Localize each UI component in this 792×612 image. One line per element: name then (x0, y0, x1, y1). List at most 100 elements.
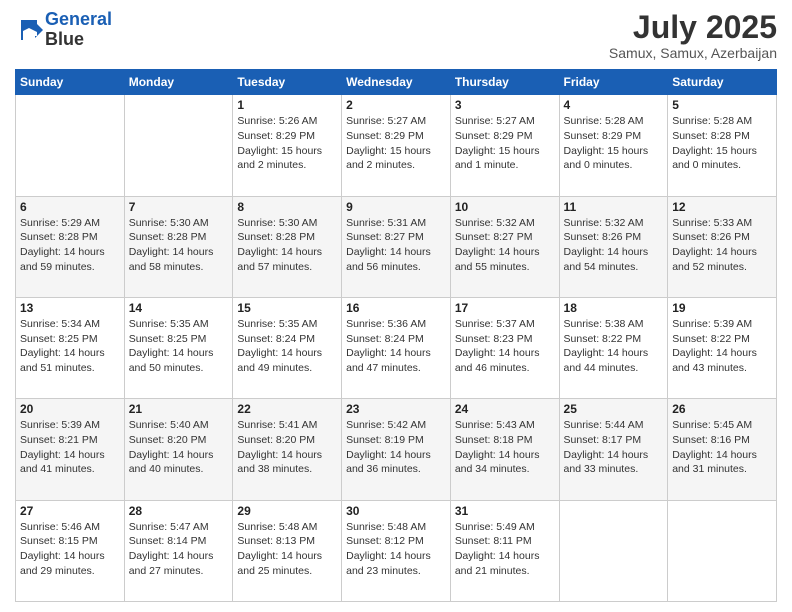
day-info: Sunrise: 5:33 AM Sunset: 8:26 PM Dayligh… (672, 216, 772, 275)
day-number: 22 (237, 402, 337, 416)
day-info: Sunrise: 5:42 AM Sunset: 8:19 PM Dayligh… (346, 418, 446, 477)
day-number: 24 (455, 402, 555, 416)
calendar-cell: 14 Sunrise: 5:35 AM Sunset: 8:25 PM Dayli… (124, 297, 233, 398)
calendar-cell: 30 Sunrise: 5:48 AM Sunset: 8:12 PM Dayli… (342, 500, 451, 601)
day-number: 2 (346, 98, 446, 112)
day-info: Sunrise: 5:37 AM Sunset: 8:23 PM Dayligh… (455, 317, 555, 376)
day-info: Sunrise: 5:28 AM Sunset: 8:28 PM Dayligh… (672, 114, 772, 173)
day-number: 18 (564, 301, 664, 315)
calendar-cell: 29Sunrise: 5:48 AM Sunset: 8:13 PM Dayli… (233, 500, 342, 601)
weekday-header-row: SundayMondayTuesdayWednesdayThursdayFrid… (16, 70, 777, 95)
calendar-week-row: 13Sunrise: 5:34 AM Sunset: 8:25 PM Dayli… (16, 297, 777, 398)
location: Samux, Samux, Azerbaijan (609, 45, 777, 61)
day-info: Sunrise: 5:38 AM Sunset: 8:22 PM Dayligh… (564, 317, 664, 376)
day-number: 5 (672, 98, 772, 112)
day-number: 21 (129, 402, 229, 416)
calendar-cell: 27Sunrise: 5:46 AM Sunset: 8:15 PM Dayli… (16, 500, 125, 601)
calendar-cell: 3 Sunrise: 5:27 AM Sunset: 8:29 PM Daylig… (450, 95, 559, 196)
calendar-cell: 1Sunrise: 5:26 AM Sunset: 8:29 PM Daylig… (233, 95, 342, 196)
calendar-cell: 9Sunrise: 5:31 AM Sunset: 8:27 PM Daylig… (342, 196, 451, 297)
calendar-cell: 5 Sunrise: 5:28 AM Sunset: 8:28 PM Daylig… (668, 95, 777, 196)
calendar-cell: 31Sunrise: 5:49 AM Sunset: 8:11 PM Dayli… (450, 500, 559, 601)
day-info: Sunrise: 5:44 AM Sunset: 8:17 PM Dayligh… (564, 418, 664, 477)
calendar-cell: 10 Sunrise: 5:32 AM Sunset: 8:27 PM Dayli… (450, 196, 559, 297)
day-number: 16 (346, 301, 446, 315)
day-info: Sunrise: 5:27 AM Sunset: 8:29 PM Dayligh… (346, 114, 446, 173)
day-number: 1 (237, 98, 337, 112)
weekday-header: Tuesday (233, 70, 342, 95)
day-info: Sunrise: 5:43 AM Sunset: 8:18 PM Dayligh… (455, 418, 555, 477)
calendar-cell: 11 Sunrise: 5:32 AM Sunset: 8:26 PM Dayli… (559, 196, 668, 297)
calendar-cell: 7 Sunrise: 5:30 AM Sunset: 8:28 PM Daylig… (124, 196, 233, 297)
calendar-cell: 4 Sunrise: 5:28 AM Sunset: 8:29 PM Daylig… (559, 95, 668, 196)
day-number: 17 (455, 301, 555, 315)
calendar-cell: 25 Sunrise: 5:44 AM Sunset: 8:17 PM Dayli… (559, 399, 668, 500)
day-number: 7 (129, 200, 229, 214)
day-info: Sunrise: 5:32 AM Sunset: 8:26 PM Dayligh… (564, 216, 664, 275)
day-number: 8 (237, 200, 337, 214)
day-info: Sunrise: 5:32 AM Sunset: 8:27 PM Dayligh… (455, 216, 555, 275)
calendar-cell: 6 Sunrise: 5:29 AM Sunset: 8:28 PM Daylig… (16, 196, 125, 297)
calendar-cell: 16 Sunrise: 5:36 AM Sunset: 8:24 PM Dayli… (342, 297, 451, 398)
day-info: Sunrise: 5:48 AM Sunset: 8:12 PM Dayligh… (346, 520, 446, 579)
weekday-header: Wednesday (342, 70, 451, 95)
calendar-cell: 26 Sunrise: 5:45 AM Sunset: 8:16 PM Dayli… (668, 399, 777, 500)
calendar-cell: 2 Sunrise: 5:27 AM Sunset: 8:29 PM Daylig… (342, 95, 451, 196)
day-number: 28 (129, 504, 229, 518)
day-number: 25 (564, 402, 664, 416)
day-info: Sunrise: 5:35 AM Sunset: 8:25 PM Dayligh… (129, 317, 229, 376)
weekday-header: Monday (124, 70, 233, 95)
calendar-cell: 17 Sunrise: 5:37 AM Sunset: 8:23 PM Dayli… (450, 297, 559, 398)
logo-icon (15, 16, 43, 44)
day-number: 3 (455, 98, 555, 112)
day-number: 6 (20, 200, 120, 214)
day-number: 26 (672, 402, 772, 416)
calendar-cell: 24 Sunrise: 5:43 AM Sunset: 8:18 PM Dayli… (450, 399, 559, 500)
calendar-cell: 12 Sunrise: 5:33 AM Sunset: 8:26 PM Dayli… (668, 196, 777, 297)
day-info: Sunrise: 5:41 AM Sunset: 8:20 PM Dayligh… (237, 418, 337, 477)
day-info: Sunrise: 5:30 AM Sunset: 8:28 PM Dayligh… (237, 216, 337, 275)
calendar-cell: 15 Sunrise: 5:35 AM Sunset: 8:24 PM Dayli… (233, 297, 342, 398)
weekday-header: Sunday (16, 70, 125, 95)
header: General Blue July 2025 Samux, Samux, Aze… (15, 10, 777, 61)
calendar-cell: 28Sunrise: 5:47 AM Sunset: 8:14 PM Dayli… (124, 500, 233, 601)
day-number: 15 (237, 301, 337, 315)
title-block: July 2025 Samux, Samux, Azerbaijan (609, 10, 777, 61)
calendar-cell: 23Sunrise: 5:42 AM Sunset: 8:19 PM Dayli… (342, 399, 451, 500)
day-number: 12 (672, 200, 772, 214)
calendar-cell: 21Sunrise: 5:40 AM Sunset: 8:20 PM Dayli… (124, 399, 233, 500)
calendar-cell (16, 95, 125, 196)
logo: General Blue (15, 10, 112, 50)
day-number: 11 (564, 200, 664, 214)
day-number: 14 (129, 301, 229, 315)
day-number: 30 (346, 504, 446, 518)
day-info: Sunrise: 5:35 AM Sunset: 8:24 PM Dayligh… (237, 317, 337, 376)
calendar-week-row: 20Sunrise: 5:39 AM Sunset: 8:21 PM Dayli… (16, 399, 777, 500)
day-number: 29 (237, 504, 337, 518)
day-info: Sunrise: 5:39 AM Sunset: 8:22 PM Dayligh… (672, 317, 772, 376)
day-info: Sunrise: 5:36 AM Sunset: 8:24 PM Dayligh… (346, 317, 446, 376)
day-info: Sunrise: 5:29 AM Sunset: 8:28 PM Dayligh… (20, 216, 120, 275)
calendar-cell (668, 500, 777, 601)
calendar-week-row: 1Sunrise: 5:26 AM Sunset: 8:29 PM Daylig… (16, 95, 777, 196)
day-info: Sunrise: 5:39 AM Sunset: 8:21 PM Dayligh… (20, 418, 120, 477)
day-info: Sunrise: 5:49 AM Sunset: 8:11 PM Dayligh… (455, 520, 555, 579)
day-info: Sunrise: 5:28 AM Sunset: 8:29 PM Dayligh… (564, 114, 664, 173)
calendar-cell: 22 Sunrise: 5:41 AM Sunset: 8:20 PM Dayli… (233, 399, 342, 500)
day-number: 10 (455, 200, 555, 214)
logo-text: General Blue (45, 10, 112, 50)
calendar-cell: 18 Sunrise: 5:38 AM Sunset: 8:22 PM Dayli… (559, 297, 668, 398)
calendar-week-row: 27Sunrise: 5:46 AM Sunset: 8:15 PM Dayli… (16, 500, 777, 601)
month-title: July 2025 (609, 10, 777, 45)
calendar-cell: 13Sunrise: 5:34 AM Sunset: 8:25 PM Dayli… (16, 297, 125, 398)
day-info: Sunrise: 5:45 AM Sunset: 8:16 PM Dayligh… (672, 418, 772, 477)
day-info: Sunrise: 5:34 AM Sunset: 8:25 PM Dayligh… (20, 317, 120, 376)
day-number: 4 (564, 98, 664, 112)
day-number: 27 (20, 504, 120, 518)
weekday-header: Thursday (450, 70, 559, 95)
calendar-cell (559, 500, 668, 601)
calendar-cell: 8 Sunrise: 5:30 AM Sunset: 8:28 PM Daylig… (233, 196, 342, 297)
day-info: Sunrise: 5:27 AM Sunset: 8:29 PM Dayligh… (455, 114, 555, 173)
day-info: Sunrise: 5:30 AM Sunset: 8:28 PM Dayligh… (129, 216, 229, 275)
calendar-cell: 20Sunrise: 5:39 AM Sunset: 8:21 PM Dayli… (16, 399, 125, 500)
